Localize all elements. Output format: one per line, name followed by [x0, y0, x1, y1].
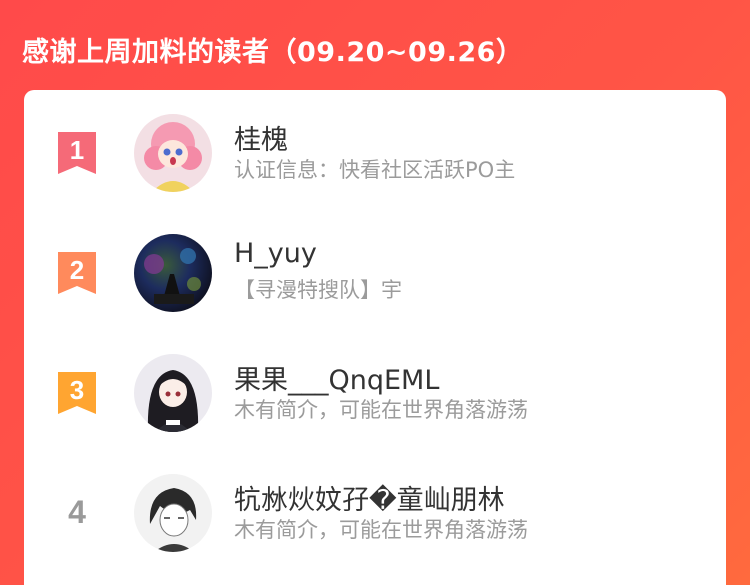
reader-row-1[interactable]: 1 桂槐 认证信息：快看社区活跃PO主	[24, 90, 726, 192]
rank-3-ribbon-icon: 3	[56, 370, 98, 418]
anime-boy-sketch-avatar-icon	[134, 474, 212, 552]
rank-2-ribbon-icon: 2	[56, 250, 98, 298]
avatar[interactable]	[134, 114, 212, 192]
rank-number: 1	[69, 135, 85, 165]
rank-number: 4	[68, 494, 86, 530]
reader-row-2[interactable]: 2 H_yuy 【寻漫特搜队】宇	[24, 210, 726, 312]
anime-girl-pink-hair-avatar-icon	[134, 114, 212, 192]
reader-name[interactable]: 牨沝炏妏孖�童屾朋林	[234, 478, 505, 517]
dark-night-scene-avatar-icon	[134, 234, 212, 312]
reader-row-4[interactable]: 4 牨沝炏妏孖�童屾朋林 木有简介，可能在世界角落游荡	[24, 450, 726, 552]
reader-name[interactable]: H_yuy	[234, 238, 317, 269]
rank-1-ribbon-icon: 1	[56, 130, 98, 178]
reader-description: 认证信息：快看社区活跃PO主	[234, 158, 516, 182]
reader-description: 木有简介，可能在世界角落游荡	[234, 518, 528, 542]
reader-description: 【寻漫特搜队】宇	[234, 278, 402, 302]
avatar[interactable]	[134, 234, 212, 312]
rank-number: 2	[69, 255, 85, 285]
reader-row-3[interactable]: 3 果果___QnqEML 木有简介，可能在世界角落游荡	[24, 330, 726, 432]
avatar[interactable]	[134, 474, 212, 552]
avatar[interactable]	[134, 354, 212, 432]
reader-description: 木有简介，可能在世界角落游荡	[234, 398, 528, 422]
page: 感谢上周加料的读者（09.20~09.26） 1 桂槐 认证信息：快看社区活跃P…	[0, 0, 750, 585]
reader-name[interactable]: 果果___QnqEML	[234, 358, 439, 397]
rank-number: 3	[69, 375, 85, 405]
page-title: 感谢上周加料的读者（09.20~09.26）	[22, 37, 524, 68]
anime-girl-black-hair-avatar-icon	[134, 354, 212, 432]
reader-list-card: 1 桂槐 认证信息：快看社区活跃PO主 2 H_yuy 【寻漫特搜队】宇 3 果…	[24, 90, 726, 585]
reader-name[interactable]: 桂槐	[234, 118, 288, 157]
